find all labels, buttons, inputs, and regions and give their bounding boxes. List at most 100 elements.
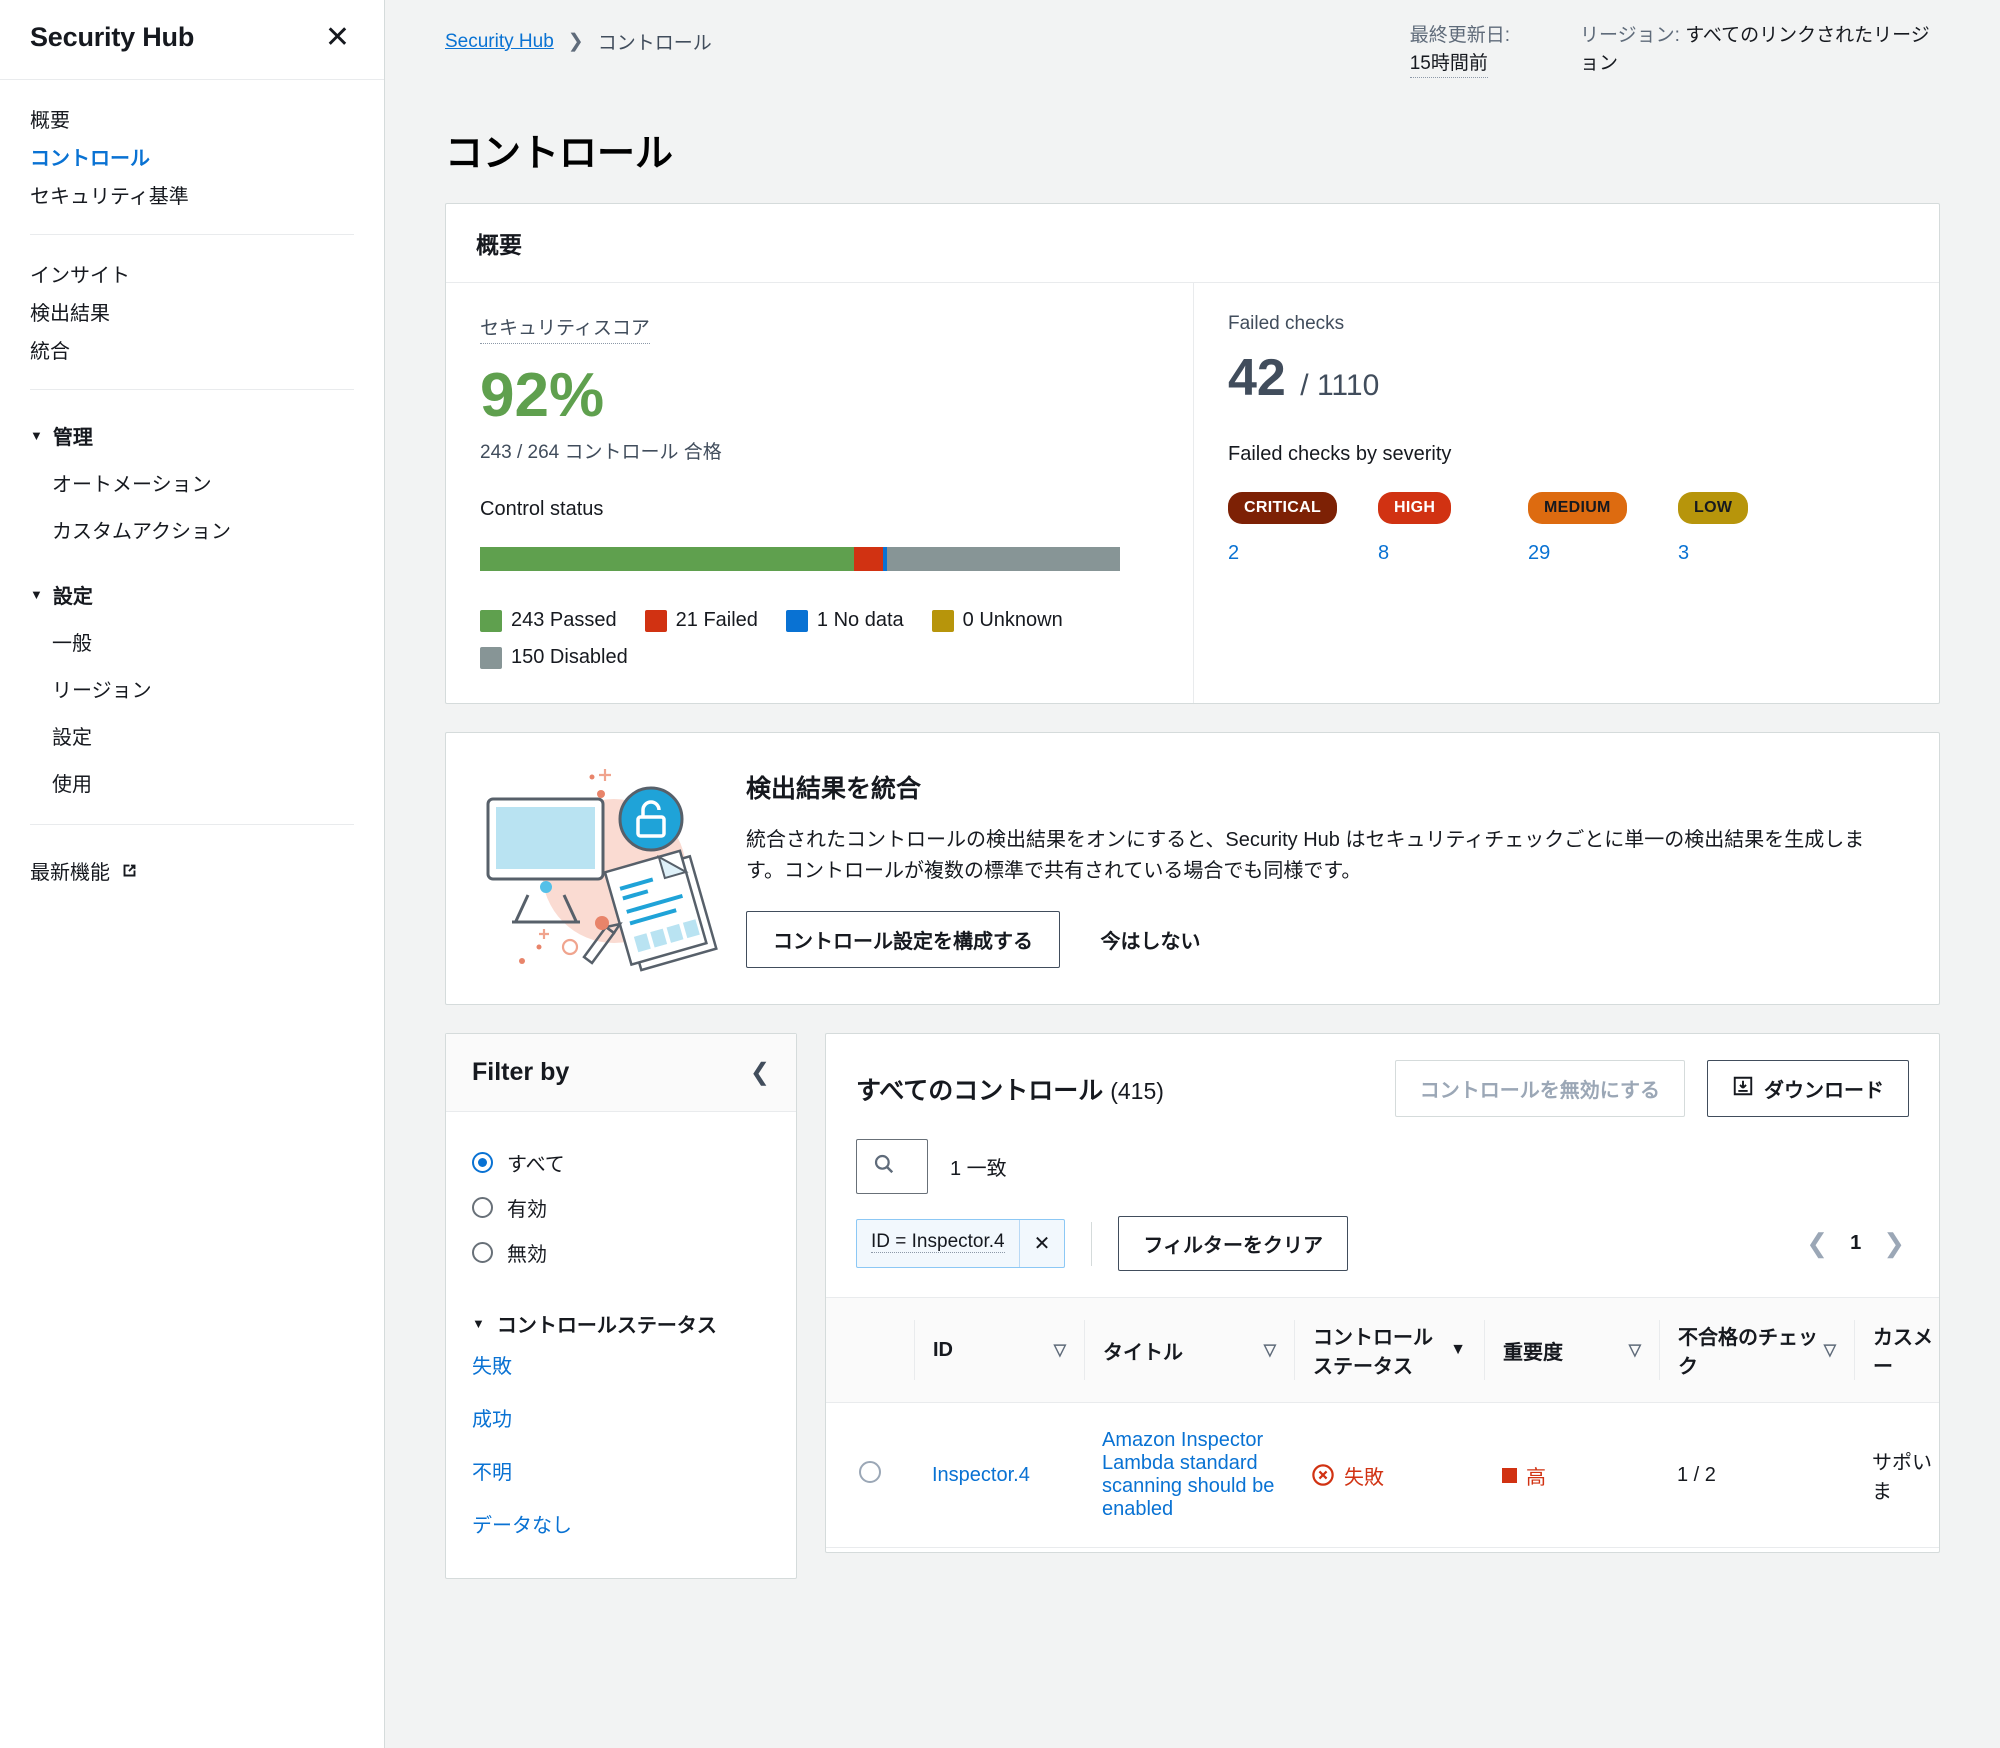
external-link-icon bbox=[120, 861, 139, 880]
clear-filters-button[interactable]: フィルターをクリア bbox=[1118, 1216, 1348, 1272]
filter-radio-enabled[interactable]: 有効 bbox=[472, 1185, 770, 1230]
sidebar-item-insights[interactable]: インサイト bbox=[30, 257, 354, 295]
disable-control-button[interactable]: コントロールを無効にする bbox=[1394, 1060, 1685, 1118]
severity-count-high[interactable]: 8 bbox=[1378, 542, 1528, 565]
severity-indicator: 高 bbox=[1502, 1461, 1641, 1490]
close-icon[interactable]: ✕ bbox=[321, 22, 354, 53]
row-custom-cell: サポいま bbox=[1854, 1402, 1939, 1549]
controls-table-card: すべてのコントロール (415) コントロールを無効にする ダウンロード Fil… bbox=[825, 1033, 1940, 1554]
controls-table-header: すべてのコントロール (415) コントロールを無効にする ダウンロード bbox=[826, 1034, 1939, 1118]
sidebar-item-configuration[interactable]: 設定 bbox=[30, 712, 354, 759]
error-circle-icon bbox=[1312, 1464, 1334, 1487]
radio-icon-selected bbox=[472, 1152, 493, 1174]
col-failed-checks-label: 不合格のチェック bbox=[1678, 1327, 1818, 1379]
legend-swatch-unknown bbox=[931, 609, 954, 632]
overview-body: セキュリティスコア 92% 243 / 264 コントロール 合格 Contro… bbox=[446, 283, 1939, 704]
sidebar-title: Security Hub bbox=[30, 22, 195, 52]
filter-link-failed[interactable]: 失敗 bbox=[472, 1338, 770, 1391]
failed-by-severity-label: Failed checks by severity bbox=[1228, 443, 1452, 466]
row-failed-checks-cell: 1 / 2 bbox=[1659, 1402, 1854, 1549]
sidebar-item-automation[interactable]: オートメーション bbox=[30, 459, 354, 506]
legend-item-nodata: 1 No data bbox=[785, 609, 904, 632]
col-custom-parameters-label: カスメー bbox=[1873, 1327, 1933, 1379]
banner-text: 検出結果を統合 統合されたコントロールの検出結果をオンにすると、Security… bbox=[746, 743, 1939, 994]
chevron-left-icon[interactable]: ❮ bbox=[1806, 1228, 1828, 1259]
row-radio[interactable] bbox=[859, 1461, 881, 1484]
divider bbox=[1091, 1221, 1093, 1266]
sidebar-section-manage[interactable]: ▼ 管理 bbox=[30, 412, 354, 459]
bottom-section: Filter by ❮ すべて 有効 無効 ▼ コントロールステータス 失敗 成… bbox=[445, 1033, 1940, 1580]
search-input-wrapper[interactable] bbox=[856, 1139, 928, 1195]
download-button-label: ダウンロード bbox=[1764, 1080, 1884, 1103]
col-severity[interactable]: 重要度 ▽ bbox=[1484, 1297, 1659, 1404]
filter-panel-header: Filter by ❮ bbox=[446, 1034, 796, 1113]
failed-checks-panel: Failed checks 42 / 1110 Failed checks by… bbox=[1194, 283, 1939, 703]
severity-count-medium[interactable]: 29 bbox=[1528, 542, 1678, 565]
sidebar-item-general[interactable]: 一般 bbox=[30, 618, 354, 665]
sidebar-item-findings[interactable]: 検出結果 bbox=[30, 295, 354, 333]
row-id-link[interactable]: Inspector.4 bbox=[932, 1464, 1030, 1486]
controls-table-count: (415) bbox=[1110, 1077, 1164, 1104]
sidebar-item-overview[interactable]: 概要 bbox=[30, 102, 354, 140]
sidebar-section-settings[interactable]: ▼ 設定 bbox=[30, 571, 354, 618]
row-title-link[interactable]: Amazon Inspector Lambda standard scannin… bbox=[1102, 1429, 1274, 1520]
search-input[interactable] bbox=[907, 1154, 911, 1180]
severity-cell-critical: CRITICAL 2 bbox=[1228, 492, 1378, 565]
controls-table-body: Inspector.4 Amazon Inspector Lambda stan… bbox=[826, 1402, 1939, 1549]
sidebar-header: Security Hub ✕ bbox=[0, 0, 384, 80]
severity-badge-medium: MEDIUM bbox=[1528, 492, 1627, 525]
consolidated-findings-banner: 検出結果を統合 統合されたコントロールの検出結果をオンにすると、Security… bbox=[445, 732, 1940, 1006]
security-score-subtext: 243 / 264 コントロール 合格 bbox=[480, 442, 722, 464]
search-icon bbox=[873, 1153, 895, 1180]
col-id-label: ID bbox=[933, 1338, 953, 1361]
col-id[interactable]: ID ▽ bbox=[914, 1297, 1084, 1404]
breadcrumb-root[interactable]: Security Hub bbox=[445, 31, 554, 53]
filter-token-label: ID = Inspector.4 bbox=[857, 1220, 1020, 1268]
sidebar-item-regions[interactable]: リージョン bbox=[30, 665, 354, 712]
row-id-cell: Inspector.4 bbox=[914, 1402, 1084, 1549]
filter-radio-disabled[interactable]: 無効 bbox=[472, 1230, 770, 1275]
sort-icon-active: ▼ bbox=[1450, 1341, 1466, 1359]
failed-checks-number: 42 bbox=[1228, 349, 1286, 408]
status-text: 失敗 bbox=[1344, 1466, 1384, 1489]
chevron-left-icon[interactable]: ❮ bbox=[750, 1058, 770, 1087]
filter-radio-all[interactable]: すべて bbox=[472, 1140, 770, 1185]
sidebar-item-configuration-label: 設定 bbox=[52, 727, 92, 749]
sidebar-item-controls[interactable]: コントロール bbox=[30, 140, 354, 178]
table-row[interactable]: Inspector.4 Amazon Inspector Lambda stan… bbox=[826, 1402, 1939, 1549]
legend-swatch-disabled bbox=[480, 646, 502, 669]
filter-section-control-status[interactable]: ▼ コントロールステータス bbox=[472, 1309, 770, 1338]
filter-link-unknown[interactable]: 不明 bbox=[472, 1444, 770, 1497]
sidebar-item-whats-new[interactable]: 最新機能 bbox=[30, 847, 354, 894]
filter-panel-title: Filter by bbox=[472, 1058, 570, 1087]
severity-cell-medium: MEDIUM 29 bbox=[1528, 492, 1678, 565]
col-failed-checks[interactable]: 不合格のチェック ▽ bbox=[1659, 1297, 1854, 1404]
sort-icon: ▽ bbox=[1628, 1342, 1641, 1360]
page-number[interactable]: 1 bbox=[1850, 1232, 1861, 1255]
controls-table-title-text: すべてのコントロール bbox=[856, 1076, 1104, 1105]
filter-token-remove-icon[interactable]: ✕ bbox=[1020, 1220, 1065, 1267]
col-custom-parameters[interactable]: カスメー bbox=[1854, 1297, 1939, 1404]
severity-count-critical[interactable]: 2 bbox=[1228, 542, 1378, 565]
region-indicator: リージョン: すべてのリンクされたリージョン bbox=[1580, 22, 1930, 78]
severity-count-low[interactable]: 3 bbox=[1678, 542, 1828, 565]
sidebar-item-security-standards[interactable]: セキュリティ基準 bbox=[30, 178, 354, 216]
severity-row: CRITICAL 2 HIGH 8 MEDIUM 29 LOW 3 bbox=[1228, 492, 1905, 565]
sidebar-item-integrations[interactable]: 統合 bbox=[30, 333, 354, 371]
legend-swatch-passed bbox=[480, 609, 502, 632]
controls-filter-row: ID = Inspector.4 ✕ フィルターをクリア ❮ 1 ❯ bbox=[826, 1194, 1939, 1297]
last-updated-value[interactable]: 15時間前 bbox=[1409, 50, 1488, 79]
filter-link-passed[interactable]: 成功 bbox=[472, 1391, 770, 1444]
failed-checks-value: 42 / 1110 bbox=[1228, 347, 1905, 409]
chevron-down-icon: ▼ bbox=[30, 587, 43, 602]
col-control-status[interactable]: コントロールステータス ▼ bbox=[1294, 1297, 1484, 1404]
col-title[interactable]: タイトル ▽ bbox=[1084, 1297, 1294, 1404]
dismiss-banner-link[interactable]: 今はしない bbox=[1100, 931, 1200, 953]
sidebar-item-usage[interactable]: 使用 bbox=[30, 759, 354, 806]
filter-radio-all-label: すべて bbox=[507, 1154, 565, 1177]
chevron-right-icon[interactable]: ❯ bbox=[1883, 1228, 1905, 1259]
sidebar-item-custom-actions[interactable]: カスタムアクション bbox=[30, 506, 354, 553]
filter-link-nodata[interactable]: データなし bbox=[472, 1497, 770, 1550]
download-button[interactable]: ダウンロード bbox=[1707, 1060, 1909, 1118]
configure-control-settings-button[interactable]: コントロール設定を構成する bbox=[746, 911, 1060, 969]
